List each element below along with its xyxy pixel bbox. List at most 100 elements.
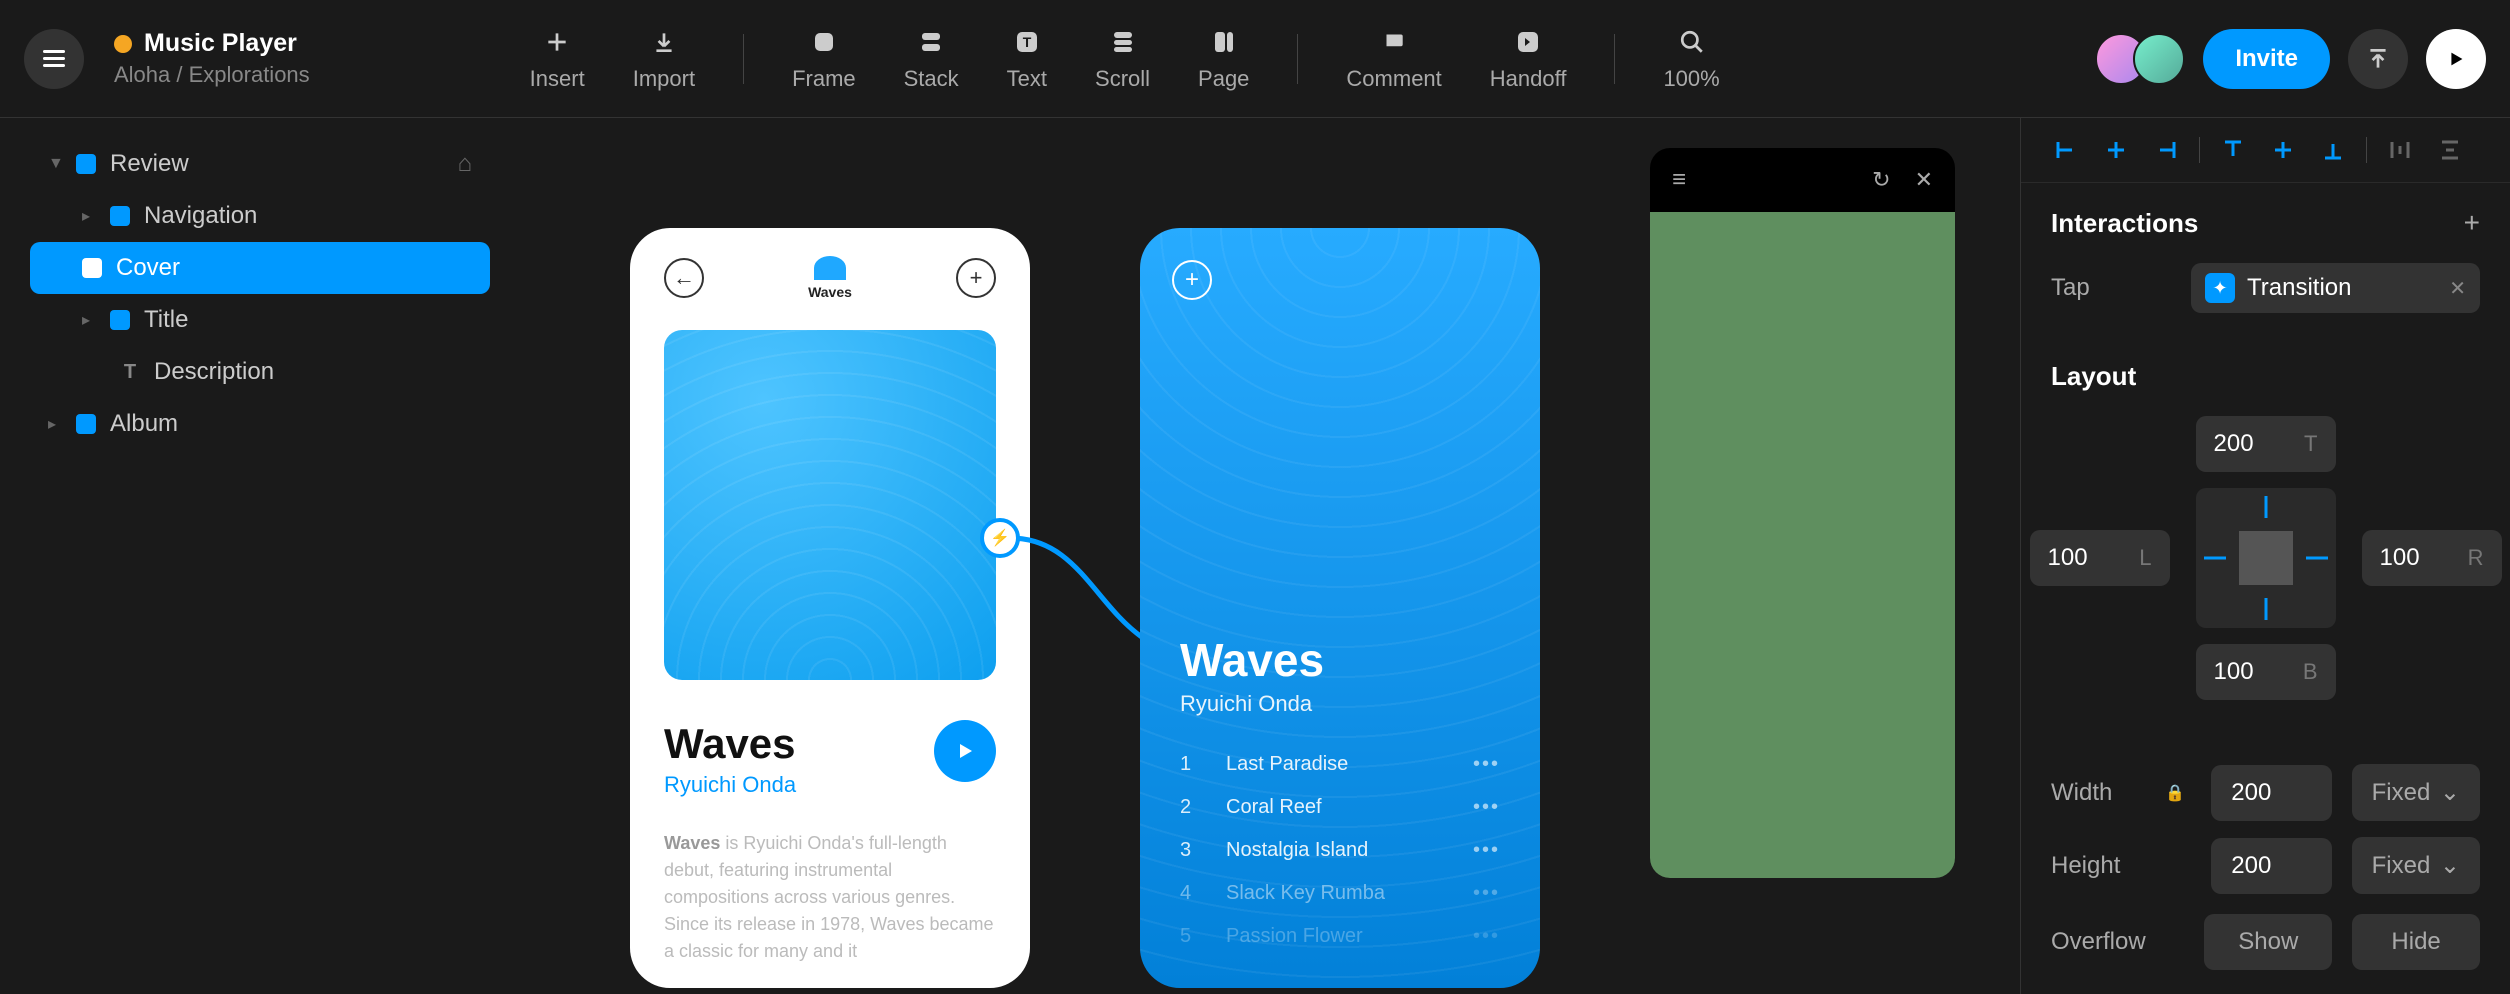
- reload-icon[interactable]: ↻: [1872, 167, 1890, 193]
- play-button: [934, 720, 996, 782]
- properties-panel: Interactions + Tap ✦ Transition ✕ Layout…: [2020, 118, 2510, 994]
- distribute-v-button[interactable]: [2433, 136, 2467, 164]
- pin-right-input[interactable]: 100R: [2362, 530, 2502, 586]
- play-icon: [953, 739, 977, 763]
- top-toolbar: Music Player Aloha / Explorations Insert…: [0, 0, 2510, 118]
- layer-description[interactable]: T Description: [30, 346, 490, 398]
- chevron-down-icon: ⌄: [2440, 778, 2460, 807]
- tool-label: Text: [1007, 66, 1047, 92]
- play-icon: [2445, 48, 2467, 70]
- search-icon: [1676, 26, 1708, 58]
- collaborator-avatars[interactable]: [2095, 33, 2185, 85]
- more-icon: •••: [1473, 882, 1500, 905]
- artboard-review[interactable]: ← Waves + Waves Ryuichi Onda Waves is Ry…: [630, 228, 1030, 988]
- separator: [743, 34, 744, 84]
- scroll-tool[interactable]: Scroll: [1095, 26, 1150, 92]
- download-icon: [648, 26, 680, 58]
- tool-label: Comment: [1346, 66, 1441, 92]
- distribute-h-button[interactable]: [2383, 136, 2417, 164]
- close-icon[interactable]: ✕: [1915, 167, 1933, 193]
- layer-cover[interactable]: Cover: [30, 242, 490, 294]
- track-row: 1Last Paradise•••: [1180, 743, 1500, 786]
- zoom-value: 100%: [1663, 66, 1719, 92]
- layer-review[interactable]: ▼ Review ⌂: [30, 138, 490, 190]
- preview-viewport: [1650, 212, 1955, 878]
- main-menu-button[interactable]: [24, 29, 84, 89]
- layer-album[interactable]: ▸ Album: [30, 398, 490, 450]
- project-path[interactable]: Aloha / Explorations: [114, 62, 310, 88]
- plus-icon: [541, 26, 573, 58]
- more-icon: •••: [1473, 839, 1500, 862]
- preview-menu-icon[interactable]: ≡: [1672, 166, 1686, 194]
- track-row: 5Passion Flower•••: [1180, 915, 1500, 958]
- width-mode-select[interactable]: Fixed⌄: [2352, 764, 2480, 821]
- align-center-h-button[interactable]: [2099, 136, 2133, 164]
- sparkle-icon: ✦: [2205, 273, 2235, 303]
- align-left-button[interactable]: [2049, 136, 2083, 164]
- home-icon: ⌂: [458, 150, 473, 178]
- avatar[interactable]: [2133, 33, 2185, 85]
- height-mode-select[interactable]: Fixed⌄: [2352, 837, 2480, 894]
- scroll-icon: [1107, 26, 1139, 58]
- interaction-action-pill[interactable]: ✦ Transition ✕: [2191, 263, 2480, 313]
- layer-label: Navigation: [144, 202, 257, 230]
- insert-tool[interactable]: Insert: [530, 26, 585, 92]
- artist-name: Ryuichi Onda: [1180, 691, 1500, 717]
- align-top-button[interactable]: [2216, 136, 2250, 164]
- tool-label: Scroll: [1095, 66, 1150, 92]
- frame-tool[interactable]: Frame: [792, 26, 856, 92]
- chevron-down-icon: ⌄: [2440, 851, 2460, 880]
- height-input[interactable]: 200: [2211, 838, 2331, 894]
- alignment-controls: [2021, 118, 2510, 183]
- chevron-right-icon: ▸: [82, 310, 96, 330]
- text-tool[interactable]: T Text: [1007, 26, 1047, 92]
- comment-tool[interactable]: Comment: [1346, 26, 1441, 92]
- add-interaction-button[interactable]: +: [2464, 207, 2480, 239]
- remove-icon[interactable]: ✕: [2449, 276, 2466, 301]
- chevron-right-icon: ▸: [48, 414, 62, 434]
- height-row: Height 🔒 200 Fixed⌄: [2021, 829, 2510, 902]
- overflow-label: Overflow: [2051, 928, 2146, 956]
- brand-block: Waves: [808, 256, 852, 300]
- align-middle-button[interactable]: [2266, 136, 2300, 164]
- upload-button[interactable]: [2348, 29, 2408, 89]
- layer-navigation[interactable]: ▸ Navigation: [30, 190, 490, 242]
- project-title-block: Music Player Aloha / Explorations: [114, 29, 310, 88]
- pin-left-input[interactable]: 100L: [2030, 530, 2170, 586]
- width-input[interactable]: 200: [2211, 765, 2331, 821]
- pin-top-input[interactable]: 200T: [2196, 416, 2336, 472]
- pin-bottom-input[interactable]: 100B: [2196, 644, 2336, 700]
- more-icon: •••: [1473, 753, 1500, 776]
- hamburger-icon: [43, 50, 65, 67]
- album-description: Waves is Ryuichi Onda's full-length debu…: [630, 818, 1030, 977]
- text-icon: T: [1011, 26, 1043, 58]
- zoom-control[interactable]: 100%: [1663, 26, 1719, 92]
- separator: [1614, 34, 1615, 84]
- layers-panel: ▼ Review ⌂ ▸ Navigation Cover ▸ Title T …: [0, 118, 520, 994]
- frame-icon: [76, 154, 96, 174]
- design-canvas[interactable]: ← Waves + Waves Ryuichi Onda Waves is Ry…: [520, 118, 2020, 994]
- lock-icon[interactable]: 🔒: [2165, 783, 2185, 803]
- interaction-event[interactable]: Tap: [2051, 274, 2171, 302]
- artboard-album[interactable]: + Waves Ryuichi Onda 1Last Paradise••• 2…: [1140, 228, 1540, 988]
- overflow-row: Overflow Show Hide: [2021, 902, 2510, 982]
- add-button: +: [1172, 260, 1212, 300]
- overflow-show-button[interactable]: Show: [2204, 914, 2332, 970]
- tool-group: Insert Import Frame Stack T Text Scroll …: [530, 26, 1720, 92]
- constraint-box[interactable]: [2196, 488, 2336, 628]
- stack-tool[interactable]: Stack: [904, 26, 959, 92]
- page-tool[interactable]: Page: [1198, 26, 1249, 92]
- handoff-tool[interactable]: Handoff: [1490, 26, 1567, 92]
- tool-label: Insert: [530, 66, 585, 92]
- align-right-button[interactable]: [2149, 136, 2183, 164]
- align-bottom-button[interactable]: [2316, 136, 2350, 164]
- layer-title[interactable]: ▸ Title: [30, 294, 490, 346]
- add-button: +: [956, 258, 996, 298]
- tool-label: Frame: [792, 66, 856, 92]
- preview-window[interactable]: ≡ ↻ ✕: [1650, 148, 1955, 878]
- overflow-hide-button[interactable]: Hide: [2352, 914, 2480, 970]
- width-row: Width 🔒 200 Fixed⌄: [2021, 756, 2510, 829]
- invite-button[interactable]: Invite: [2203, 29, 2330, 89]
- import-tool[interactable]: Import: [633, 26, 695, 92]
- preview-play-button[interactable]: [2426, 29, 2486, 89]
